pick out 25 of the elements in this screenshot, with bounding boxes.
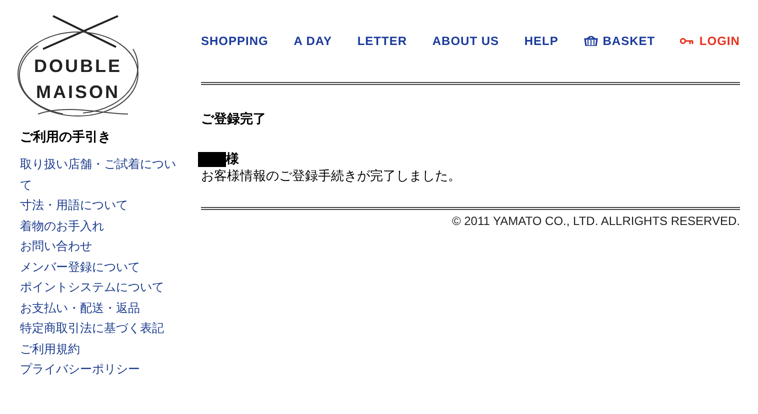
honorific: 様 bbox=[226, 150, 239, 168]
nav-link[interactable]: BASKET bbox=[584, 32, 656, 50]
sidebar-link[interactable]: 着物のお手入れ bbox=[20, 216, 178, 236]
nav-link[interactable]: LETTER bbox=[357, 32, 408, 50]
page-heading: ご登録完了 bbox=[201, 110, 267, 128]
sidebar-link[interactable]: メンバー登録について bbox=[20, 256, 178, 277]
nav-link[interactable]: ABOUT US bbox=[432, 32, 500, 50]
sidebar-title: ご利用の手引き bbox=[20, 128, 112, 146]
sidebar-link[interactable]: プライバシーポリシー bbox=[20, 359, 178, 380]
sidebar-link[interactable]: 特定商取引法に基づく表記 bbox=[20, 318, 178, 338]
basket-icon bbox=[584, 36, 598, 46]
sidebar-link[interactable]: お問い合わせ bbox=[20, 236, 178, 256]
nav-link[interactable]: HELP bbox=[524, 32, 558, 50]
sidebar-link[interactable]: 寸法・用語について bbox=[20, 195, 178, 216]
sidebar-link[interactable]: ポイントシステムについて bbox=[20, 277, 178, 298]
nav-link[interactable]: A DAY bbox=[294, 32, 332, 50]
copyright: © 2011 YAMATO CO., LTD. ALLRIGHTS RESERVED. bbox=[452, 213, 740, 230]
nav-link[interactable]: LOGIN bbox=[680, 32, 740, 50]
message: お客様情報のご登録手続きが完了しました。 bbox=[201, 167, 462, 185]
sidebar-link[interactable]: 取り扱い店舗・ご試着について bbox=[20, 154, 178, 195]
key-icon bbox=[680, 36, 694, 44]
nav-link[interactable]: SHOPPING bbox=[201, 32, 268, 50]
sidebar-link[interactable]: ご利用規約 bbox=[20, 338, 178, 359]
redaction-bar bbox=[198, 152, 226, 166]
sidebar-link[interactable]: お支払い・配送・返品 bbox=[20, 298, 178, 318]
